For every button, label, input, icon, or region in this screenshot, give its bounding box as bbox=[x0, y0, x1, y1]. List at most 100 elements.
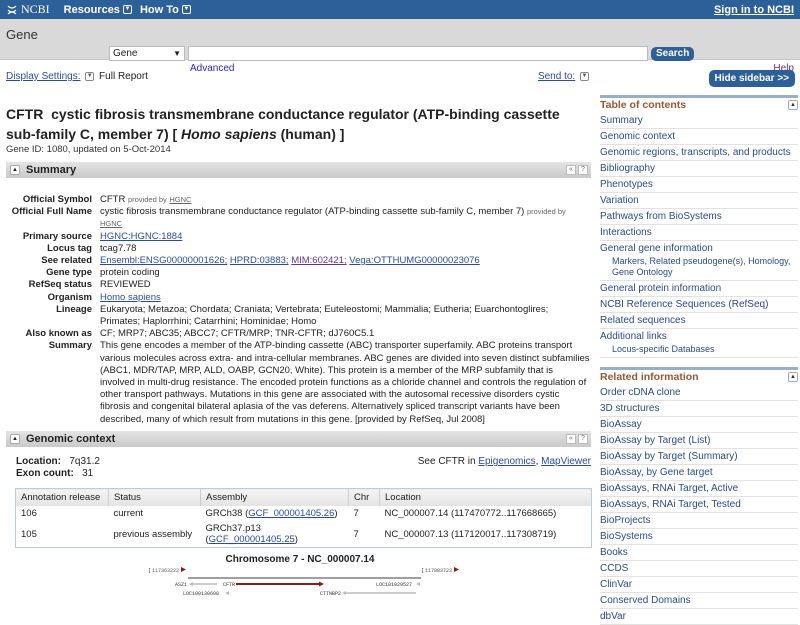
toc-item[interactable]: Bibliography bbox=[600, 161, 798, 177]
organism-row: Organism Homo sapiens bbox=[47, 291, 161, 303]
see-related-row: See related Ensembl:ENSG00000001626; HPR… bbox=[41, 255, 480, 267]
gene-label: ASZ1 bbox=[175, 582, 187, 588]
expand-all-icon[interactable]: « bbox=[566, 434, 576, 444]
collapse-icon[interactable]: ▲ bbox=[10, 165, 20, 175]
toc-item[interactable]: General gene information Markers, Related… bbox=[600, 241, 798, 281]
related-title: Related information bbox=[600, 371, 699, 383]
hide-sidebar-button[interactable]: Hide sidebar >> bbox=[708, 70, 795, 87]
toc-item[interactable]: Summary bbox=[600, 113, 798, 129]
arrow-icon bbox=[189, 582, 193, 586]
advanced-search-link[interactable]: Advanced bbox=[190, 63, 234, 74]
gene-label: CTTNBP2 bbox=[320, 591, 341, 597]
ncbi-helix-icon bbox=[7, 5, 17, 14]
related-item[interactable]: CCDS bbox=[600, 561, 798, 577]
related-item[interactable]: BioAssays, RNAi Target, Tested bbox=[600, 497, 798, 513]
related-item[interactable]: BioSystems bbox=[600, 529, 798, 545]
send-to[interactable]: Send to: ▼ bbox=[538, 71, 591, 82]
locus-tag-row: Locus tag tcag7.78 bbox=[47, 242, 137, 254]
collapse-icon[interactable]: ▲ bbox=[788, 100, 798, 110]
toc-item[interactable]: Related sequences bbox=[600, 313, 798, 329]
epigenomics-link[interactable]: Epigenomics bbox=[478, 456, 535, 467]
toc-item[interactable]: Pathways from BioSystems bbox=[600, 209, 798, 225]
lineage-row: Lineage Eukaryota; Metazoa; Chordata; Cra… bbox=[56, 303, 549, 328]
gene-label: LOC101929527 bbox=[376, 582, 412, 588]
expand-all-icon[interactable]: « bbox=[566, 165, 576, 175]
summary-list: Official Symbol CFTR provided by HGNC Off… bbox=[0, 194, 590, 426]
organism-link[interactable]: Homo sapiens bbox=[100, 292, 161, 303]
toc-item[interactable]: Variation bbox=[600, 193, 798, 209]
toc-item[interactable]: Genomic regions, transcripts, and produc… bbox=[600, 145, 798, 161]
section-header-genomic-context[interactable]: ▲ Genomic context «? bbox=[6, 431, 591, 447]
annotation-table: Annotation release Status Assembly Chr L… bbox=[15, 488, 592, 548]
hgnc-link[interactable]: HGNC bbox=[100, 219, 122, 228]
navigate-right-icon[interactable] bbox=[454, 567, 459, 572]
related-item[interactable]: BioAssays, RNAi Target, Active bbox=[600, 481, 798, 497]
toc-item[interactable]: NCBI Reference Sequences (RefSeq) bbox=[600, 297, 798, 313]
chevron-down-icon: ▼ bbox=[181, 5, 191, 14]
toc-item[interactable]: Phenotypes bbox=[600, 177, 798, 193]
assembly-link[interactable]: GCF_000001405.25 bbox=[209, 534, 295, 545]
related-item[interactable]: BioAssay by Target (Summary) bbox=[600, 449, 798, 465]
summary-text-row: Summary This gene encodes a member of the… bbox=[48, 340, 590, 425]
chevron-down-icon: ▼ bbox=[580, 71, 589, 81]
related-item[interactable]: BioAssay bbox=[600, 417, 798, 433]
mim-link[interactable]: MIM:602421; bbox=[291, 255, 346, 266]
related-item[interactable]: dbVar bbox=[600, 609, 798, 625]
related-item[interactable]: 3D structures bbox=[600, 401, 798, 417]
gene-label: CFTR bbox=[223, 582, 235, 588]
table-row: 105 previous assembly GRCh37.p13 (GCF_00… bbox=[21, 523, 557, 545]
primary-source-link[interactable]: HGNC:HGNC:1884 bbox=[100, 231, 182, 242]
database-select[interactable]: Gene ▼ bbox=[109, 46, 185, 61]
left-bound-label: 117363222 bbox=[152, 568, 179, 574]
related-item[interactable]: BioProjects bbox=[600, 513, 798, 529]
ncbi-header-bar: NCBI Resources ▼ How To ▼ Sign in to NCBI bbox=[0, 0, 800, 19]
help-icon[interactable]: ? bbox=[578, 434, 588, 444]
mapviewer-link[interactable]: MapViewer bbox=[541, 456, 591, 467]
help-icon[interactable]: ? bbox=[578, 165, 588, 175]
resources-menu[interactable]: Resources ▼ bbox=[64, 4, 132, 16]
toc-item[interactable]: Additional links Locus-specific Databases bbox=[600, 329, 798, 358]
ncbi-logo[interactable]: NCBI bbox=[6, 2, 50, 17]
ensembl-link[interactable]: Ensembl:ENSG00000001626; bbox=[100, 255, 227, 266]
see-cftr-in: See CFTR in Epigenomics, MapViewer bbox=[417, 456, 591, 467]
search-input[interactable] bbox=[188, 46, 648, 61]
official-full-name-row: Official Full Name cystic fibrosis transm… bbox=[11, 206, 566, 229]
section-header-summary[interactable]: ▲ Summary «? bbox=[6, 162, 591, 178]
related-item[interactable]: BioAssay by Target (List) bbox=[600, 433, 798, 449]
related-item[interactable]: ClinVar bbox=[600, 577, 798, 593]
also-known-as-row: Also known as CF; MRP7; ABC35; ABCC7; CFT… bbox=[25, 328, 375, 340]
howto-menu[interactable]: How To ▼ bbox=[140, 4, 191, 16]
assembly-link[interactable]: GCF_000001405.26 bbox=[248, 508, 334, 519]
related-item[interactable]: Order cDNA clone bbox=[600, 385, 798, 401]
vega-link[interactable]: Vega:OTTHUMG00000023076 bbox=[349, 255, 479, 266]
collapse-icon[interactable]: ▲ bbox=[10, 434, 20, 444]
toc-item[interactable]: Interactions bbox=[600, 225, 798, 241]
toc-subitem[interactable]: Markers, Related pseudogene(s), Homology… bbox=[600, 256, 798, 280]
display-settings[interactable]: Display Settings: ▼ Full Report bbox=[6, 71, 148, 82]
dropdown-arrow-icon: ▼ bbox=[173, 49, 181, 58]
search-button[interactable]: Search bbox=[651, 47, 695, 61]
sign-in-link[interactable]: Sign in to NCBI bbox=[714, 4, 794, 16]
refseq-status-row: RefSeq status REVIEWED bbox=[28, 279, 151, 291]
table-of-contents: Table of contents ▲ Summary Genomic contex… bbox=[600, 95, 798, 358]
related-item[interactable]: BioAssay, by Gene target bbox=[600, 465, 798, 481]
navigate-left-icon[interactable] bbox=[181, 567, 186, 572]
related-item[interactable]: Books bbox=[600, 545, 798, 561]
gene-label: LOC100130608 bbox=[183, 591, 219, 597]
hprd-link[interactable]: HPRD:03883; bbox=[230, 255, 289, 266]
toc-item[interactable]: Genomic context bbox=[600, 129, 798, 145]
toc-subitem[interactable]: Locus-specific Databases bbox=[600, 344, 798, 357]
column-header: Chr bbox=[348, 488, 380, 506]
chevron-down-icon: ▼ bbox=[85, 71, 95, 81]
gene-type-row: Gene type protein coding bbox=[46, 267, 160, 279]
official-symbol-row: Official Symbol CFTR provided by HGNC bbox=[22, 194, 192, 205]
collapse-icon[interactable]: ▲ bbox=[788, 372, 798, 382]
chromosome-graphic[interactable]: Chromosome 7 - NC_000007.14 [ 117363222 … bbox=[130, 545, 470, 607]
hgnc-link[interactable]: HGNC bbox=[169, 195, 191, 204]
toc-title: Table of contents bbox=[600, 99, 687, 111]
column-header: Assembly bbox=[200, 488, 349, 506]
search-bar: Gene Gene ▼ Search Advanced Help bbox=[0, 19, 800, 74]
toc-item[interactable]: General protein information bbox=[600, 281, 798, 297]
arrow-icon bbox=[225, 591, 229, 595]
table-row: 106 current GRCh38 (GCF_000001405.26) 7 … bbox=[21, 508, 557, 519]
